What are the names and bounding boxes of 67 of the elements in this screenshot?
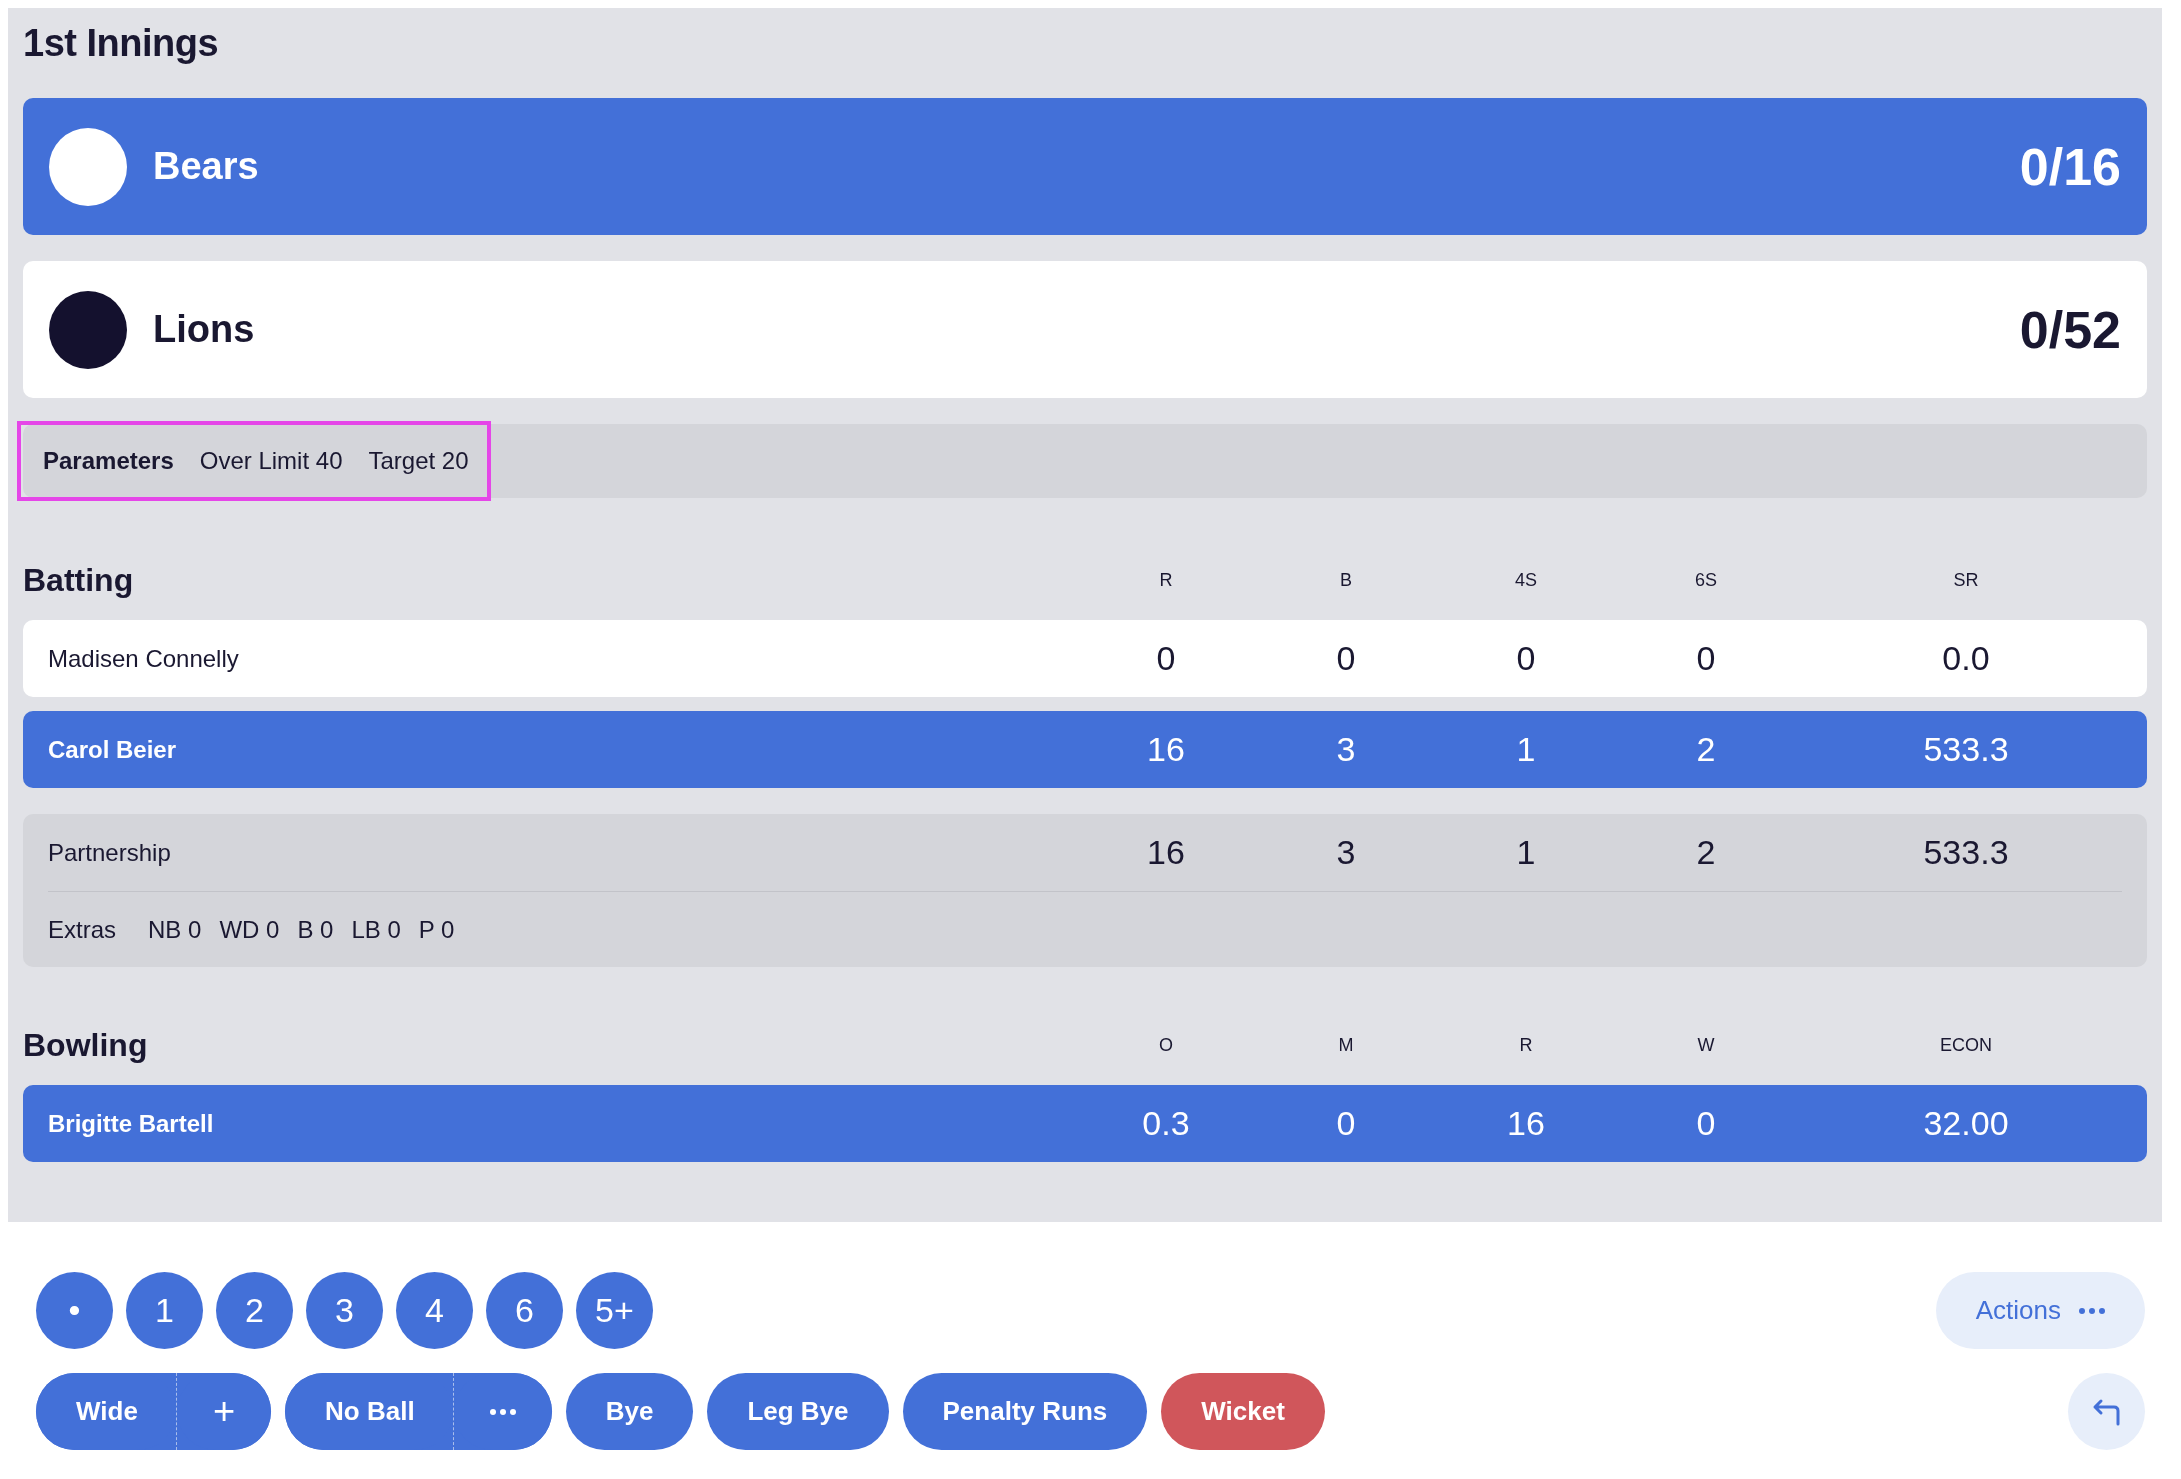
bowler-row[interactable]: Brigitte Bartell 0.3 0 16 0 32.00 bbox=[23, 1085, 2147, 1162]
stat-value: 2 bbox=[1695, 833, 1717, 872]
extras-value: B 0 bbox=[297, 915, 334, 944]
stat-value: 0 bbox=[1515, 639, 1537, 678]
parameters-label: Parameters bbox=[43, 447, 174, 475]
extras-value: WD 0 bbox=[219, 915, 280, 944]
more-icon bbox=[2079, 1307, 2105, 1314]
extra-button[interactable]: Leg Bye bbox=[707, 1373, 889, 1450]
stat-value: 0 bbox=[1335, 1104, 1357, 1143]
player-name: Madisen Connelly bbox=[48, 644, 240, 673]
runs-button[interactable]: 3 bbox=[306, 1272, 383, 1349]
team-name: Lions bbox=[153, 308, 256, 351]
extras-value: LB 0 bbox=[351, 915, 401, 944]
more-icon bbox=[489, 1408, 516, 1415]
team-score: 0/16 bbox=[2019, 136, 2121, 197]
runs-button[interactable]: 1 bbox=[126, 1272, 203, 1349]
runs-button[interactable]: • bbox=[36, 1272, 113, 1349]
section-title: Batting bbox=[23, 561, 135, 599]
stat-value: 1 bbox=[1515, 833, 1537, 872]
runs-button[interactable]: 4 bbox=[396, 1272, 473, 1349]
parameter-value: Over Limit 40 bbox=[199, 447, 343, 475]
stat-value: 16 bbox=[1146, 730, 1186, 769]
extra-button[interactable]: Penalty Runs bbox=[902, 1373, 1148, 1450]
stat-value: 0 bbox=[1695, 639, 1717, 678]
column-header: 4S bbox=[1514, 569, 1538, 591]
player-name: Brigitte Bartell bbox=[48, 1109, 215, 1138]
column-header: R bbox=[1158, 569, 1174, 591]
column-header: B bbox=[1339, 569, 1353, 591]
team-name: Bears bbox=[153, 145, 260, 188]
stat-value: 3 bbox=[1335, 730, 1357, 769]
actions-button[interactable]: Actions bbox=[1935, 1272, 2145, 1349]
column-header: R bbox=[1518, 1034, 1534, 1056]
column-header: SR bbox=[1952, 569, 1980, 591]
batter-row[interactable]: Carol Beier 16 3 1 2 533.3 bbox=[23, 711, 2147, 788]
stat-value: 533.3 bbox=[1922, 730, 2010, 769]
stat-value: 3 bbox=[1335, 833, 1357, 872]
extra-button[interactable]: Bye bbox=[565, 1373, 694, 1450]
section-title: Bowling bbox=[23, 1026, 149, 1064]
stat-value: 0.3 bbox=[1141, 1104, 1191, 1143]
partnership-label: Partnership bbox=[48, 838, 172, 867]
column-header: W bbox=[1696, 1034, 1716, 1056]
stat-value: 16 bbox=[1506, 1104, 1546, 1143]
column-header: 6S bbox=[1694, 569, 1718, 591]
stat-value: 16 bbox=[1146, 833, 1186, 872]
parameter-value: Target 20 bbox=[368, 447, 469, 475]
column-header: O bbox=[1158, 1034, 1174, 1056]
column-header: M bbox=[1337, 1034, 1355, 1056]
stat-value: 1 bbox=[1515, 730, 1537, 769]
stat-value: 0.0 bbox=[1941, 639, 1991, 678]
runs-button[interactable]: 2 bbox=[216, 1272, 293, 1349]
column-header: ECON bbox=[1939, 1034, 1993, 1056]
batter-row[interactable]: Madisen Connelly 0 0 0 0 0.0 bbox=[23, 620, 2147, 697]
stat-value: 2 bbox=[1695, 730, 1717, 769]
stat-value: 0 bbox=[1335, 639, 1357, 678]
team-score: 0/52 bbox=[2019, 299, 2121, 360]
extras-label: Extras bbox=[48, 915, 116, 944]
player-name: Carol Beier bbox=[48, 735, 178, 764]
stat-value: 0 bbox=[1155, 639, 1177, 678]
runs-button[interactable]: 5+ bbox=[576, 1272, 653, 1349]
wicket-button[interactable]: Wicket bbox=[1161, 1373, 1325, 1450]
stat-value: 533.3 bbox=[1922, 833, 2010, 872]
extras-value: P 0 bbox=[418, 915, 455, 944]
stat-value: 32.00 bbox=[1922, 1104, 2010, 1143]
stat-value: 0 bbox=[1695, 1104, 1717, 1143]
extras-value: NB 0 bbox=[148, 915, 202, 944]
runs-button[interactable]: 6 bbox=[486, 1272, 563, 1349]
innings-title: 1st Innings bbox=[23, 22, 220, 66]
